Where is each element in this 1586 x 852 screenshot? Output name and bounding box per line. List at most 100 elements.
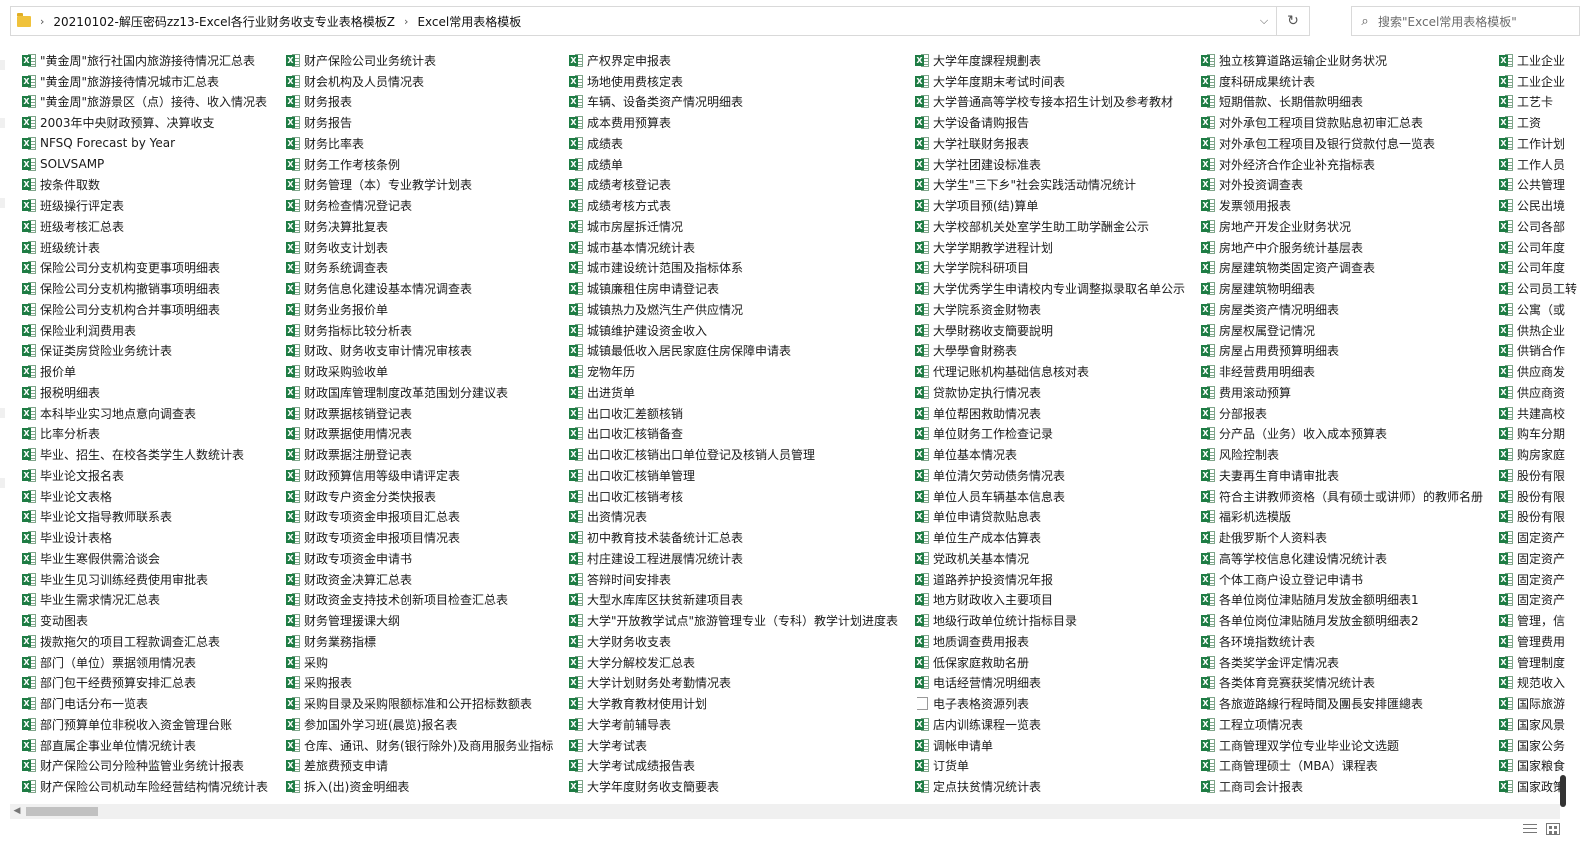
file-item[interactable]: X 福彩机选模版 (1201, 507, 1483, 528)
file-item[interactable]: X 采购目录及采购限额标准和公开招标数额表 (286, 693, 553, 714)
file-item[interactable]: X 供应商资 (1499, 382, 1577, 403)
file-item[interactable]: X 城市房屋拆迁情况 (569, 216, 898, 237)
file-item[interactable]: X 出口收汇核销考核 (569, 486, 898, 507)
file-item[interactable]: X 符合主讲教师资格（具有硕士或讲师）的教师名册 (1201, 486, 1483, 507)
file-item[interactable]: X 高等学校信息化建设情况统计表 (1201, 548, 1483, 569)
file-item[interactable]: X 规范收入 (1499, 673, 1577, 694)
file-item[interactable]: X 财政票据注册登记表 (286, 444, 553, 465)
file-item[interactable]: X 比率分析表 (22, 424, 268, 445)
file-item[interactable]: X 保险公司分支机构合并事项明细表 (22, 299, 268, 320)
chevron-down-icon[interactable]: ⌵ (1252, 14, 1276, 28)
file-item[interactable]: X 工商司会计报表 (1201, 776, 1483, 797)
address-bar[interactable]: › 20210102-解压密码zz13-Excel各行业财务收支专业表格模板Z … (10, 6, 1310, 36)
file-item[interactable]: X 单位帮困救助情况表 (915, 403, 1185, 424)
file-item[interactable]: X 毕业、招生、在校各类学生人数统计表 (22, 444, 268, 465)
file-item[interactable]: X 财政资金支持技术创新项目检查汇总表 (286, 590, 553, 611)
file-item[interactable]: X 对外承包工程项目贷款贴息初审汇总表 (1201, 112, 1483, 133)
file-item[interactable]: X 工程立项情况表 (1201, 714, 1483, 735)
file-item[interactable]: X 大学考试成绩报告表 (569, 756, 898, 777)
file-item[interactable]: X 大学年度課程規劃表 (915, 50, 1185, 71)
file-item[interactable]: X 店内训练课程一览表 (915, 714, 1185, 735)
file-item[interactable]: X 低保家庭救助名册 (915, 652, 1185, 673)
file-item[interactable]: X 大学优秀学生申请校内专业调整拟录取名单公示 (915, 278, 1185, 299)
file-item[interactable]: X 大学"开放教学试点"旅游管理专业（专科）教学计划进度表 (569, 610, 898, 631)
file-item[interactable]: X 财政专项资金申报项目情况表 (286, 527, 553, 548)
file-item[interactable]: 电子表格资源列表 (915, 693, 1185, 714)
file-item[interactable]: X 财政资金决算汇总表 (286, 569, 553, 590)
file-item[interactable]: X 单位申请贷款贴息表 (915, 507, 1185, 528)
file-item[interactable]: X 公司各部 (1499, 216, 1577, 237)
vertical-scroll-indicator[interactable] (1560, 775, 1566, 807)
file-item[interactable]: X 房地产中介服务统计基层表 (1201, 237, 1483, 258)
file-item[interactable]: X 财政票据使用情况表 (286, 424, 553, 445)
file-item[interactable]: X 工业企业 (1499, 50, 1577, 71)
file-item[interactable]: X 财会机构及人员情况表 (286, 71, 553, 92)
file-item[interactable]: X 财产保险公司业务统计表 (286, 50, 553, 71)
file-item[interactable]: X 产权界定申报表 (569, 50, 898, 71)
file-item[interactable]: X 城市建设统计范围及指标体系 (569, 258, 898, 279)
file-item[interactable]: X 各旅遊路線行程時間及團長安排匯總表 (1201, 693, 1483, 714)
file-item[interactable]: X 车辆、设备类资产情况明细表 (569, 92, 898, 113)
file-item[interactable]: X 财政票据核销登记表 (286, 403, 553, 424)
file-item[interactable]: X 个体工商户设立登记申请书 (1201, 569, 1483, 590)
file-item[interactable]: X 大学学院科研项目 (915, 258, 1185, 279)
file-item[interactable]: X 部门预算单位非税收入资金管理台账 (22, 714, 268, 735)
file-item[interactable]: X 拨款拖欠的项目工程款调查汇总表 (22, 631, 268, 652)
file-item[interactable]: X 党政机关基本情况 (915, 548, 1185, 569)
file-item[interactable]: X 房地产开发企业财务状况 (1201, 216, 1483, 237)
file-item[interactable]: X 国际旅游 (1499, 693, 1577, 714)
file-item[interactable]: X 毕业设计表格 (22, 527, 268, 548)
file-item[interactable]: X 出口收汇核销单管理 (569, 465, 898, 486)
file-item[interactable]: X 财务業務指標 (286, 631, 553, 652)
file-item[interactable]: X 财务工作考核条例 (286, 154, 553, 175)
file-item[interactable]: X 对外投资调查表 (1201, 175, 1483, 196)
file-item[interactable]: X 各环境指数统计表 (1201, 631, 1483, 652)
file-item[interactable]: X 工业企业 (1499, 71, 1577, 92)
file-item[interactable]: X "黄金周"旅游接待情况城市汇总表 (22, 71, 268, 92)
file-item[interactable]: X 出口收汇核销出口单位登记及核销人员管理 (569, 444, 898, 465)
file-item[interactable]: X 报税明细表 (22, 382, 268, 403)
file-item[interactable]: X 地方财政收入主要项目 (915, 590, 1185, 611)
file-item[interactable]: X 财务系统调查表 (286, 258, 553, 279)
file-item[interactable]: X 公司年度 (1499, 237, 1577, 258)
file-item[interactable]: X 房屋权属登记情况 (1201, 320, 1483, 341)
file-item[interactable]: X 参加国外学习班(晨览)报名表 (286, 714, 553, 735)
file-item[interactable]: X 短期借款、长期借款明细表 (1201, 92, 1483, 113)
file-item[interactable]: X 毕业论文表格 (22, 486, 268, 507)
file-item[interactable]: X 固定资产 (1499, 527, 1577, 548)
file-item[interactable]: X 成本费用预算表 (569, 112, 898, 133)
file-item[interactable]: X 购房家庭 (1499, 444, 1577, 465)
file-item[interactable]: X 独立核算道路运输企业财务状况 (1201, 50, 1483, 71)
large-icons-view-icon[interactable] (1546, 823, 1560, 835)
file-item[interactable]: X 分产品（业务）收入成本预算表 (1201, 424, 1483, 445)
file-item[interactable]: X 财务报告 (286, 112, 553, 133)
file-item[interactable]: X 大学教育教材使用计划 (569, 693, 898, 714)
file-item[interactable]: X 管理，信 (1499, 610, 1577, 631)
file-item[interactable]: X 城镇热力及燃汽生产供应情况 (569, 299, 898, 320)
file-item[interactable]: X 财务指标比较分析表 (286, 320, 553, 341)
file-item[interactable]: X 分部报表 (1201, 403, 1483, 424)
file-item[interactable]: X 毕业生寒假供需洽谈会 (22, 548, 268, 569)
file-item[interactable]: X 成绩表 (569, 133, 898, 154)
file-item[interactable]: X 部门包干经费预算安排汇总表 (22, 673, 268, 694)
file-item[interactable]: X 场地使用费核定表 (569, 71, 898, 92)
file-item[interactable]: X 采购报表 (286, 673, 553, 694)
file-item[interactable]: X 成绩考核方式表 (569, 195, 898, 216)
file-item[interactable]: X 2003年中央财政预算、决算收支 (22, 112, 268, 133)
file-item[interactable]: X 单位人员车辆基本信息表 (915, 486, 1185, 507)
file-item[interactable]: X 城镇维护建设资金收入 (569, 320, 898, 341)
search-input[interactable]: ⌕ 搜索"Excel常用表格模板" (1351, 6, 1580, 36)
file-item[interactable]: X NFSQ Forecast by Year (22, 133, 268, 154)
file-item[interactable]: X 费用滚动预算 (1201, 382, 1483, 403)
file-item[interactable]: X 贷款协定执行情况表 (915, 382, 1185, 403)
file-item[interactable]: X 固定资产 (1499, 548, 1577, 569)
file-item[interactable]: X 房屋建筑物类固定资产调查表 (1201, 258, 1483, 279)
file-item[interactable]: X SOLVSAMP (22, 154, 268, 175)
file-item[interactable]: X 毕业生见习训练经费使用审批表 (22, 569, 268, 590)
file-item[interactable]: X 大学普通高等学校专接本招生计划及参考教材 (915, 92, 1185, 113)
file-item[interactable]: X 对外经济合作企业补充指标表 (1201, 154, 1483, 175)
file-item[interactable]: X 工艺卡 (1499, 92, 1577, 113)
file-item[interactable]: X 财政专项资金申请书 (286, 548, 553, 569)
file-item[interactable]: X "黄金周"旅行社国内旅游接待情况汇总表 (22, 50, 268, 71)
file-item[interactable]: X 公民出境 (1499, 195, 1577, 216)
